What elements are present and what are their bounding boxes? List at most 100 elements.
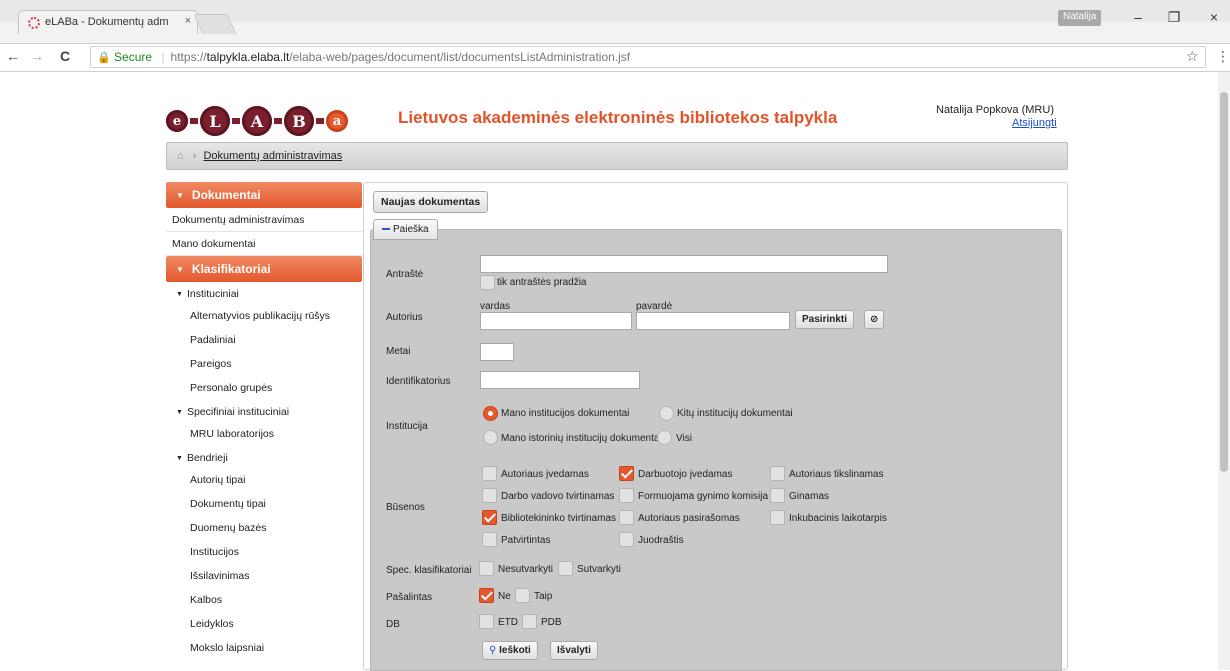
state-checkbox-checked[interactable] bbox=[619, 466, 634, 481]
state-label: Autoriaus įvedamas bbox=[501, 469, 589, 480]
removed-checkbox[interactable] bbox=[515, 588, 530, 603]
year-input[interactable] bbox=[480, 343, 514, 361]
clear-button[interactable]: Išvalyti bbox=[550, 641, 598, 660]
db-option-label: PDB bbox=[541, 617, 562, 628]
logout-link[interactable]: Atsijungti bbox=[1012, 117, 1057, 129]
title-start-checkbox[interactable] bbox=[480, 275, 495, 290]
caret-down-icon: ▼ bbox=[176, 265, 184, 274]
logo-letter: B bbox=[284, 106, 314, 136]
restore-icon[interactable]: ❐ bbox=[1164, 9, 1184, 26]
search-icon: ⚲ bbox=[489, 645, 497, 656]
sidebar-group-institutional[interactable]: ▼ Instituciniai bbox=[166, 282, 362, 304]
back-icon[interactable]: ← bbox=[4, 48, 22, 64]
sidebar-item-degrees[interactable]: Mokslo laipsniai bbox=[166, 636, 362, 660]
sidebar-item-author-types[interactable]: Autorių tipai bbox=[166, 468, 362, 492]
choose-author-button[interactable]: Pasirinkti bbox=[795, 310, 855, 329]
institution-radio-historical[interactable] bbox=[483, 430, 498, 445]
browser-tab[interactable]: eLABa - Dokumentų adm × bbox=[18, 10, 198, 34]
institution-radio-mine[interactable] bbox=[483, 406, 498, 421]
sidebar-item-positions[interactable]: Pareigos bbox=[166, 352, 362, 376]
institution-option-label: Mano institucijos dokumentai bbox=[501, 408, 630, 419]
spec-checkbox[interactable] bbox=[558, 561, 573, 576]
sidebar-header-label: Klasifikatoriai bbox=[191, 262, 271, 276]
elaba-favicon-icon bbox=[28, 17, 40, 29]
logo-connector bbox=[274, 118, 282, 124]
sidebar-item-publishers[interactable]: Leidyklos bbox=[166, 612, 362, 636]
title-input[interactable] bbox=[480, 255, 888, 273]
sidebar-item-databases[interactable]: Duomenų bazės bbox=[166, 516, 362, 540]
bookmark-star-icon[interactable]: ☆ bbox=[1186, 48, 1199, 65]
logo-letter: L bbox=[200, 106, 230, 136]
reload-icon[interactable]: C bbox=[56, 48, 74, 64]
elaba-logo[interactable]: e L A B a bbox=[166, 104, 350, 138]
last-name-input[interactable] bbox=[636, 312, 790, 330]
institution-radio-all[interactable] bbox=[657, 430, 672, 445]
sidebar-item-education[interactable]: Išsilavinimas bbox=[166, 564, 362, 588]
url-separator: | bbox=[161, 50, 165, 64]
new-document-button[interactable]: Naujas dokumentas bbox=[373, 191, 489, 213]
minimize-icon[interactable]: – bbox=[1128, 9, 1148, 25]
search-toggle-label: Paieška bbox=[393, 224, 429, 235]
sidebar-item-document-types[interactable]: Dokumentų tipai bbox=[166, 492, 362, 516]
site-title: Lietuvos akademinės elektroninės bibliot… bbox=[398, 108, 838, 127]
sidebar-header-label: Dokumentai bbox=[191, 188, 261, 202]
state-label: Bibliotekininko tvirtinamas bbox=[501, 513, 617, 524]
state-checkbox[interactable] bbox=[770, 488, 785, 503]
state-label: Ginamas bbox=[789, 491, 830, 502]
sidebar-group-common[interactable]: ▼ Bendrieji bbox=[166, 446, 362, 468]
tab-close-icon[interactable]: × bbox=[185, 15, 191, 27]
caret-down-icon: ▼ bbox=[176, 291, 183, 298]
spec-checkbox[interactable] bbox=[479, 561, 494, 576]
forward-icon[interactable]: → bbox=[28, 48, 46, 64]
address-bar[interactable]: 🔒 Secure | https://talpykla.elaba.lt/elab… bbox=[90, 46, 1206, 68]
removed-checkbox-checked[interactable] bbox=[479, 588, 494, 603]
clear-author-icon[interactable]: ⊘ bbox=[864, 310, 885, 329]
home-icon[interactable]: ⌂ bbox=[177, 150, 184, 162]
state-checkbox[interactable] bbox=[619, 488, 634, 503]
breadcrumb: ⌂ › Dokumentų administravimas bbox=[166, 142, 1068, 170]
sidebar-item-departments[interactable]: Padaliniai bbox=[166, 328, 362, 352]
identifier-input[interactable] bbox=[480, 371, 640, 389]
collapse-minus-icon bbox=[382, 228, 390, 230]
secure-label: Secure bbox=[114, 50, 153, 64]
sidebar-item-documents-admin[interactable]: Dokumentų administravimas bbox=[166, 208, 362, 232]
browser-chrome: eLABa - Dokumentų adm × Natalija – ❐ × bbox=[0, 0, 1230, 44]
state-label: Autoriaus tikslinamas bbox=[789, 469, 884, 480]
first-name-input[interactable] bbox=[480, 312, 632, 330]
state-checkbox[interactable] bbox=[770, 466, 785, 481]
state-checkbox[interactable] bbox=[482, 532, 497, 547]
logo-connector bbox=[232, 118, 240, 124]
search-toggle-button[interactable]: Paieška bbox=[373, 219, 438, 240]
sidebar-item-alt-publication-types[interactable]: Alternatyvios publikacijų rūšys bbox=[166, 304, 362, 328]
states-label: Būsenos bbox=[386, 502, 425, 513]
breadcrumb-current[interactable]: Dokumentų administravimas bbox=[203, 150, 342, 162]
scrollbar-thumb[interactable] bbox=[1220, 92, 1228, 472]
sidebar-header-classifiers[interactable]: ▼ Klasifikatoriai bbox=[166, 256, 362, 282]
state-checkbox[interactable] bbox=[482, 466, 497, 481]
close-window-icon[interactable]: × bbox=[1204, 9, 1224, 25]
caret-down-icon: ▼ bbox=[176, 191, 184, 200]
url-host: talpykla.elaba.lt bbox=[206, 50, 290, 64]
state-checkbox[interactable] bbox=[619, 532, 634, 547]
spec-option-label: Sutvarkyti bbox=[577, 564, 621, 575]
institution-radio-others[interactable] bbox=[659, 406, 674, 421]
state-label: Patvirtintas bbox=[501, 535, 551, 546]
sidebar-item-staff-groups[interactable]: Personalo grupės bbox=[166, 376, 362, 400]
logo-connector bbox=[190, 118, 198, 124]
sidebar-item-mru-labs[interactable]: MRU laboratorijos bbox=[166, 422, 362, 446]
browser-menu-icon[interactable]: ⋮ bbox=[1216, 48, 1230, 65]
db-checkbox[interactable] bbox=[479, 614, 494, 629]
search-button[interactable]: ⚲ Ieškoti bbox=[482, 641, 538, 660]
sidebar-item-my-documents[interactable]: Mano dokumentai bbox=[166, 232, 362, 256]
state-checkbox[interactable] bbox=[770, 510, 785, 525]
profile-badge[interactable]: Natalija bbox=[1058, 10, 1102, 26]
sidebar-item-languages[interactable]: Kalbos bbox=[166, 588, 362, 612]
state-checkbox[interactable] bbox=[482, 488, 497, 503]
sidebar-header-documents[interactable]: ▼ Dokumentai bbox=[166, 182, 362, 208]
state-checkbox-checked[interactable] bbox=[482, 510, 497, 525]
db-checkbox[interactable] bbox=[522, 614, 537, 629]
page-scrollbar[interactable] bbox=[1218, 72, 1230, 670]
sidebar-item-institutions[interactable]: Institucijos bbox=[166, 540, 362, 564]
state-checkbox[interactable] bbox=[619, 510, 634, 525]
sidebar-group-specific[interactable]: ▼ Specifiniai instituciniai bbox=[166, 400, 362, 422]
